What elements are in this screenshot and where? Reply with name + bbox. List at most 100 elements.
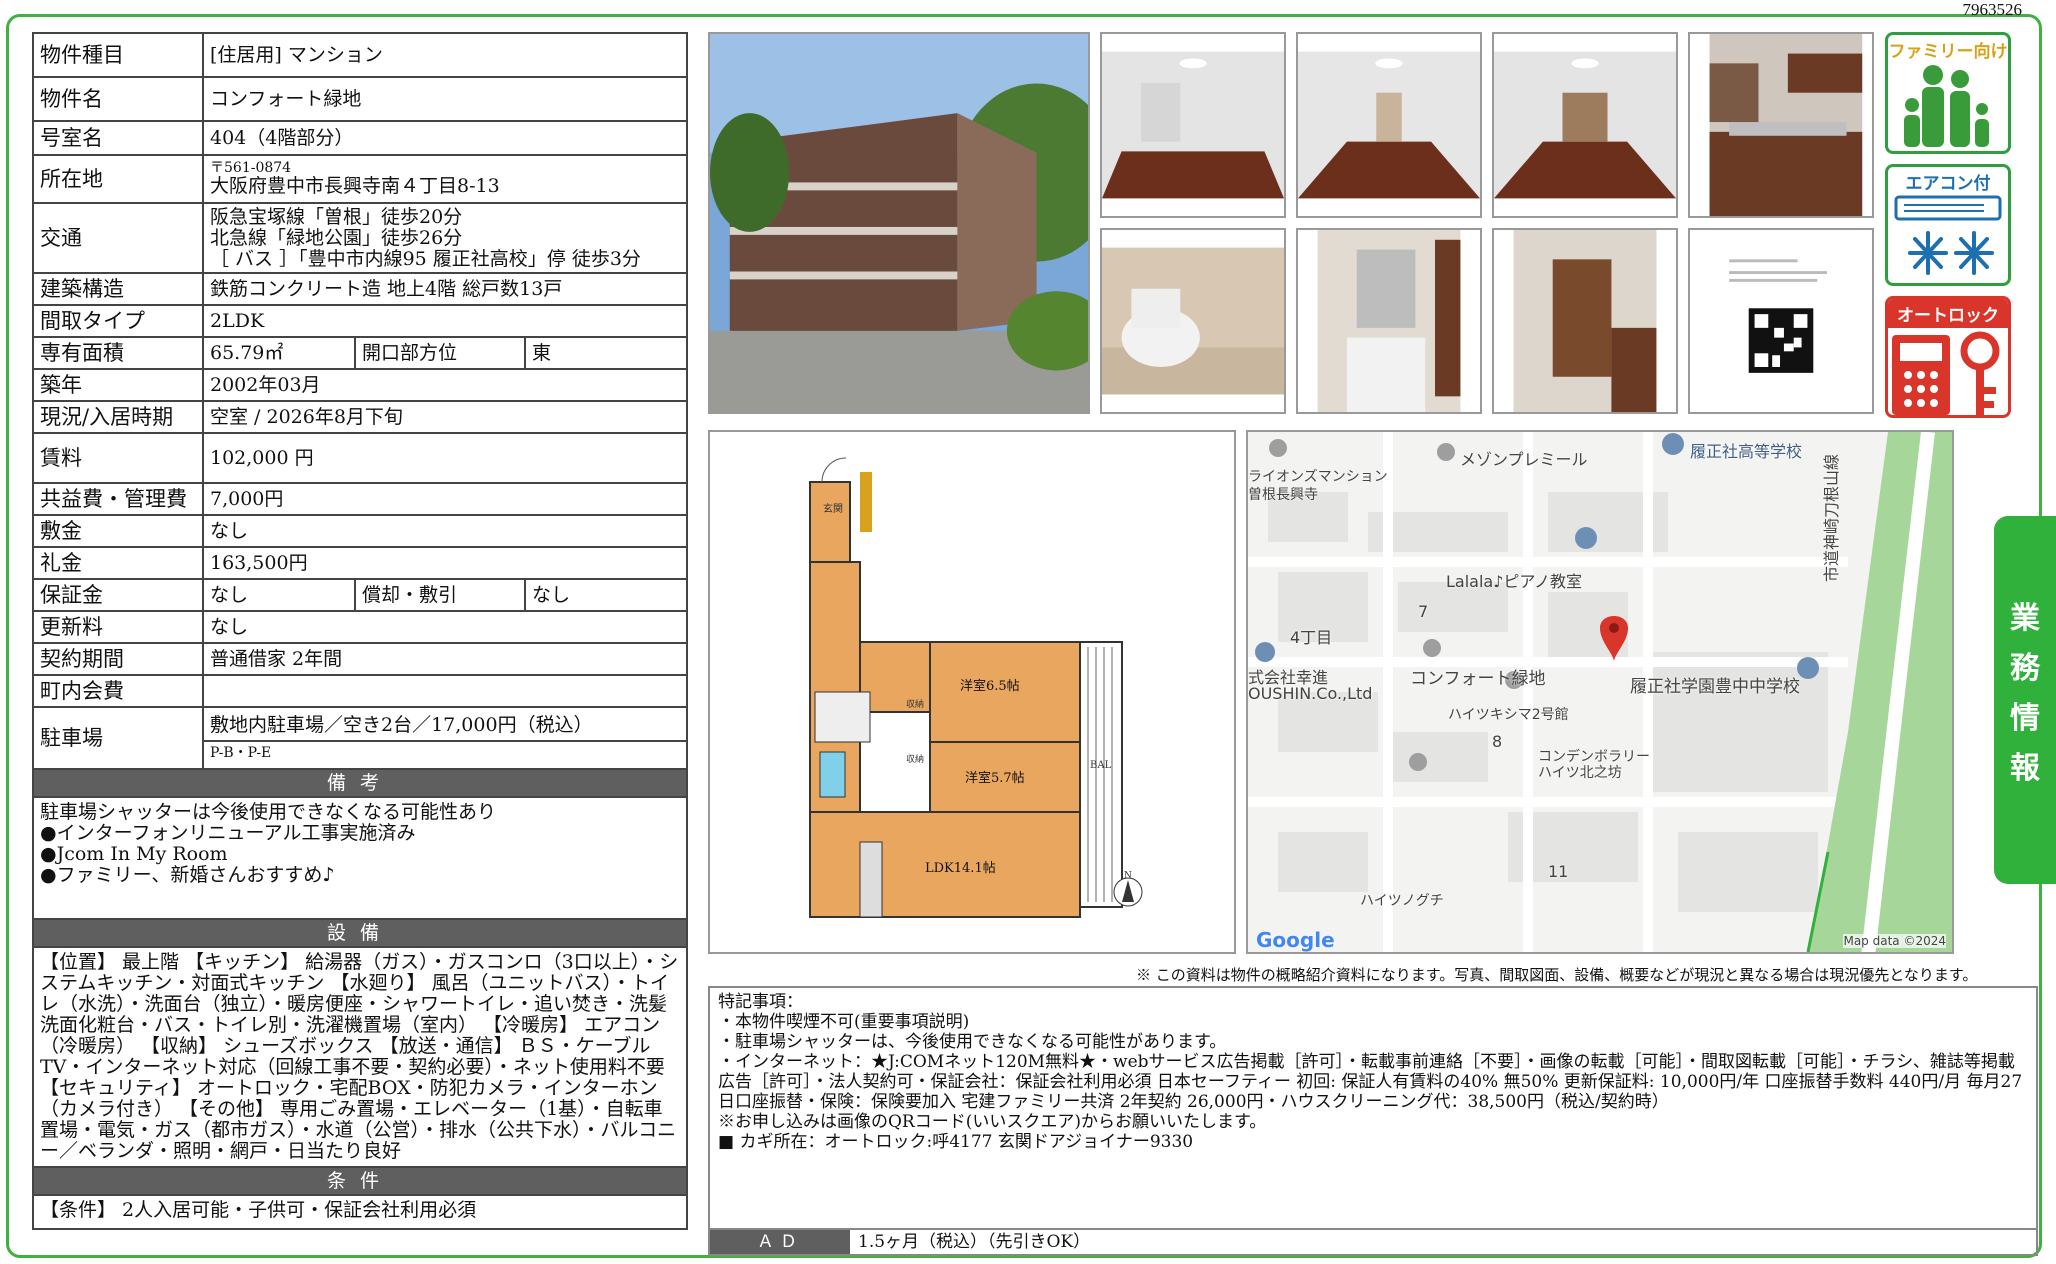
opening-label: 開口部方位 xyxy=(354,336,526,370)
room-western-5-7: 洋室5.7帖 xyxy=(965,770,1025,786)
map-label-maison: メゾンプレミール xyxy=(1460,450,1588,469)
built-value: 2002年03月 xyxy=(201,368,689,402)
address-label: 所在地 xyxy=(32,154,204,204)
map-label-property: コンフォート緑地 xyxy=(1410,669,1546,689)
aircon-icon xyxy=(1894,195,2002,275)
remarks-line-2: ●インターフォンリニューアル工事実施済み xyxy=(40,822,416,844)
map-label-piano: Lalala♪ピアノ教室 xyxy=(1446,572,1582,591)
transport-line-2: 北急線「緑地公園」徒歩26分 xyxy=(210,226,463,249)
remarks-line-4: ●ファミリー、新婚さんおすすめ♪ xyxy=(40,864,335,886)
room-label: 号室名 xyxy=(32,120,204,156)
special-line-3: ・インターネット：★J:COMネット120M無料★・webサービス広告掲載［許可… xyxy=(718,1052,2023,1112)
guarantee-label: 保証金 xyxy=(32,578,204,612)
hallway-photo[interactable] xyxy=(1492,228,1678,414)
location-map[interactable]: 履正社高等学校 メゾンプレミール ライオンズマンション 曽根長興寺 Lalala… xyxy=(1246,430,1954,954)
map-label-lions: ライオンズマンション xyxy=(1248,469,1388,485)
interior-photo-1[interactable] xyxy=(1100,32,1286,218)
remarks-line-3: ●Jcom In My Room xyxy=(40,843,228,865)
special-notes-title: 特記事項： xyxy=(718,992,803,1012)
side-tab-char-4: 報 xyxy=(2010,751,2040,786)
room-value: 404（4階部分） xyxy=(201,120,689,156)
exterior-photo[interactable] xyxy=(708,32,1090,414)
special-line-1: ・本物件喫煙不可(重要事項説明) xyxy=(718,1012,970,1032)
transport-cell: 阪急宝塚線「曽根」徒歩20分 北急線「緑地公園」徒歩26分 ［ バス ］「豊中市内線… xyxy=(201,202,689,274)
property-spec-table: 物件種目 [住居用] マンション 物件名 コンフォート緑地 号室名 404（4階部分）… xyxy=(31,32,689,1230)
area-label: 専有面積 xyxy=(32,336,204,370)
ad-row: ＡＤ 1.5ヶ月（税込）（先引きOK） xyxy=(708,1228,2038,1256)
disclaimer-note: ※ この資料は物件の概略紹介資料になります。写真、間取図面、設備、概要などが現況… xyxy=(1136,966,1978,984)
map-label-block-7: 7 xyxy=(1418,602,1429,621)
special-line-4: ※お申し込みは画像のQRコード(いいスクエア)からお願いいたします。 xyxy=(718,1112,1267,1132)
town-fee-value xyxy=(201,674,689,708)
special-notes-box: 特記事項： ・本物件喫煙不可(重要事項説明) ・駐車場シャッターは、今後使用でき… xyxy=(708,986,2038,1230)
storage-label-2: 収納 xyxy=(906,753,924,765)
interior-photo-2[interactable] xyxy=(1296,32,1482,218)
remarks-heading: 備考 xyxy=(31,768,689,798)
map-label-school: 履正社高等学校 xyxy=(1690,442,1803,461)
map-label-company-en: OUSHIN.Co.,Ltd xyxy=(1248,684,1373,703)
fee-value: 7,000円 xyxy=(201,482,689,516)
layout-value: 2LDK xyxy=(201,304,689,338)
qr-code-card[interactable] xyxy=(1688,228,1874,414)
document-id: 7963526 xyxy=(1962,0,2023,19)
equipment-heading: 設備 xyxy=(31,918,689,948)
layout-label: 間取タイプ xyxy=(32,304,204,338)
room-western-6-5: 洋室6.5帖 xyxy=(960,678,1020,694)
transport-line-1: 阪急宝塚線「曽根」徒歩20分 xyxy=(210,205,463,228)
address-value: 大阪府豊中市長興寺南４丁目8-13 xyxy=(210,175,500,197)
parking-value: 敷地内駐車場／空き2台／17,000円（税込） xyxy=(205,711,686,742)
remarks-body: 駐車場シャッターは今後使用できなくなる可能性あり ●インターフォンリニューアル工事… xyxy=(31,796,689,920)
ad-label: ＡＤ xyxy=(710,1230,850,1254)
side-tab-char-1: 業 xyxy=(2010,601,2040,636)
balcony-label: BAL xyxy=(1090,760,1112,771)
map-label-chome-4: 4丁目 xyxy=(1290,628,1333,647)
business-info-tab[interactable]: 業 務 情 報 xyxy=(1994,516,2056,884)
family-badge-label: ファミリー向け xyxy=(1888,42,2008,62)
autolock-badge-label: オートロック xyxy=(1888,299,2008,328)
name-value: コンフォート緑地 xyxy=(201,76,689,122)
conditions-body: 【条件】 2人入居可能・子供可・保証会社利用必須 xyxy=(31,1194,689,1230)
parking-cell: 敷地内駐車場／空き2台／17,000円（税込） P-B・P-E xyxy=(201,706,689,770)
structure-label: 建築構造 xyxy=(32,272,204,306)
special-line-5: ■ カギ所在：オートロック:呼4177 玄関ドアジョイナー9330 xyxy=(718,1132,1194,1152)
status-value: 空室 / 2026年8月下旬 xyxy=(201,400,689,434)
aircon-badge: エアコン付 xyxy=(1885,164,2011,286)
keymoney-value: 163,500円 xyxy=(201,546,689,580)
postal-code: 〒561-0874 xyxy=(210,160,292,176)
deposit-value: なし xyxy=(201,514,689,548)
map-label-temple: 曽根長興寺 xyxy=(1248,487,1318,503)
name-label: 物件名 xyxy=(32,76,204,122)
address-cell: 〒561-0874 大阪府豊中市長興寺南４丁目8-13 xyxy=(201,154,689,204)
kitchen-photo[interactable] xyxy=(1688,32,1874,218)
map-label-noguchi: ハイツノグチ xyxy=(1360,893,1444,909)
washroom-photo[interactable] xyxy=(1296,228,1482,414)
north-label: N xyxy=(1124,871,1132,881)
transport-line-3: ［ バス ］「豊中市内線95 履正社高校」停 徒歩3分 xyxy=(210,247,641,270)
side-tab-char-2: 務 xyxy=(2010,651,2040,686)
autolock-icon xyxy=(1892,331,2000,415)
renewal-label: 更新料 xyxy=(32,610,204,644)
renewal-value: なし xyxy=(201,610,689,644)
rent-value: 102,000 円 xyxy=(201,432,689,484)
rent-label: 賃料 xyxy=(32,432,204,484)
room-ldk: LDK14.1帖 xyxy=(925,861,996,876)
contract-value: 普通借家 2年間 xyxy=(201,642,689,676)
google-logo: Google xyxy=(1256,928,1335,952)
amort-label: 償却・敷引 xyxy=(354,578,526,612)
special-line-2: ・駐車場シャッターは、今後使用できなくなる可能性があります。 xyxy=(718,1032,1227,1052)
map-label-kishima: ハイツキシマ2号館 xyxy=(1448,707,1569,723)
floor-plan-drawing: 玄関 洋室6.5帖 洋室5.7帖 LDK14.1帖 収納 収納 BAL N xyxy=(809,457,1143,918)
keymoney-label: 礼金 xyxy=(32,546,204,580)
entrance-label: 玄関 xyxy=(823,502,843,515)
interior-photo-3[interactable] xyxy=(1492,32,1678,218)
storage-label-1: 収納 xyxy=(906,698,924,710)
floor-plan[interactable]: 玄関 洋室6.5帖 洋室5.7帖 LDK14.1帖 収納 収納 BAL N xyxy=(708,430,1236,954)
toilet-photo[interactable] xyxy=(1100,228,1286,414)
contract-label: 契約期間 xyxy=(32,642,204,676)
transport-label: 交通 xyxy=(32,202,204,274)
built-label: 築年 xyxy=(32,368,204,402)
opening-value: 東 xyxy=(523,336,689,370)
family-icon xyxy=(1904,65,1989,147)
fee-label: 共益費・管理費 xyxy=(32,482,204,516)
family-badge: ファミリー向け xyxy=(1885,32,2011,154)
